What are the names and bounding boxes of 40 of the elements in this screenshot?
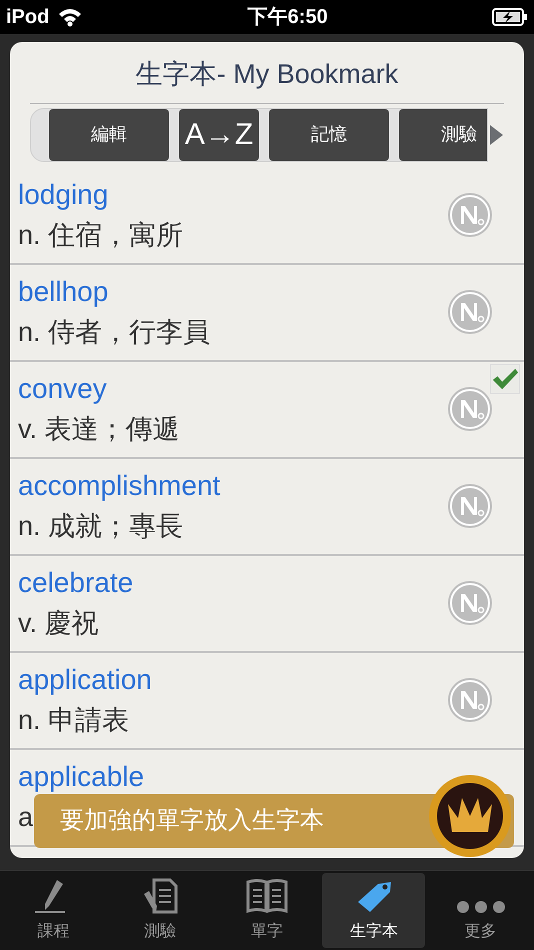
word-text[interactable]: lodging bbox=[18, 178, 108, 212]
status-time: 下午6:50 bbox=[248, 5, 328, 30]
word-text[interactable]: application bbox=[18, 663, 152, 697]
toolbar-button[interactable]: A→Z bbox=[179, 108, 259, 160]
wifi-icon bbox=[57, 7, 84, 27]
checkmark-icon bbox=[491, 366, 519, 392]
note-icon[interactable] bbox=[446, 288, 494, 336]
definition-text: a bbox=[18, 801, 34, 834]
definition-text: v. 慶祝 bbox=[18, 607, 98, 640]
battery-icon bbox=[492, 8, 528, 26]
toolbar-button[interactable]: 測驗 bbox=[399, 108, 487, 160]
check-box[interactable] bbox=[490, 364, 520, 394]
note-icon[interactable] bbox=[446, 579, 494, 627]
note-icon[interactable] bbox=[446, 482, 494, 530]
tab-bar-item[interactable]: 測驗 bbox=[108, 873, 212, 948]
device-name: iPod bbox=[6, 5, 50, 30]
word-text[interactable]: bellhop bbox=[18, 275, 108, 309]
panel-title: 生字本- My Bookmark bbox=[30, 42, 504, 104]
tab-bar-item[interactable]: 更多 bbox=[429, 873, 532, 948]
more-icon bbox=[456, 900, 506, 914]
tab-bar-item[interactable]: 生字本 bbox=[322, 873, 426, 948]
definition-text: n. 侍者，行李員 bbox=[18, 316, 210, 349]
definition-text: n. 申請表 bbox=[18, 704, 130, 737]
definition-text: v. 表達；傳遞 bbox=[18, 413, 180, 446]
word-text[interactable]: celebrate bbox=[18, 566, 134, 600]
note-icon[interactable] bbox=[446, 191, 494, 239]
tab-bar-item[interactable]: 單字 bbox=[216, 873, 318, 948]
word-text[interactable]: convey bbox=[18, 372, 107, 406]
book-icon bbox=[244, 878, 289, 914]
tab-bar-item[interactable]: 課程 bbox=[2, 873, 105, 948]
word-text[interactable]: applicable bbox=[18, 760, 144, 794]
note-icon[interactable] bbox=[446, 385, 494, 433]
definition-text: n. 住宿，寓所 bbox=[18, 219, 184, 252]
toolbar-button[interactable]: 記憶 bbox=[269, 108, 389, 160]
word-text[interactable]: accomplishment bbox=[18, 469, 220, 503]
toolbar-button[interactable]: 編輯 bbox=[49, 108, 169, 160]
note-icon[interactable] bbox=[446, 676, 494, 724]
hint-text: 要加強的單字放入生字本 bbox=[59, 806, 324, 836]
definition-text: n. 成就；專長 bbox=[18, 510, 184, 543]
crown-badge-icon[interactable] bbox=[428, 774, 512, 858]
